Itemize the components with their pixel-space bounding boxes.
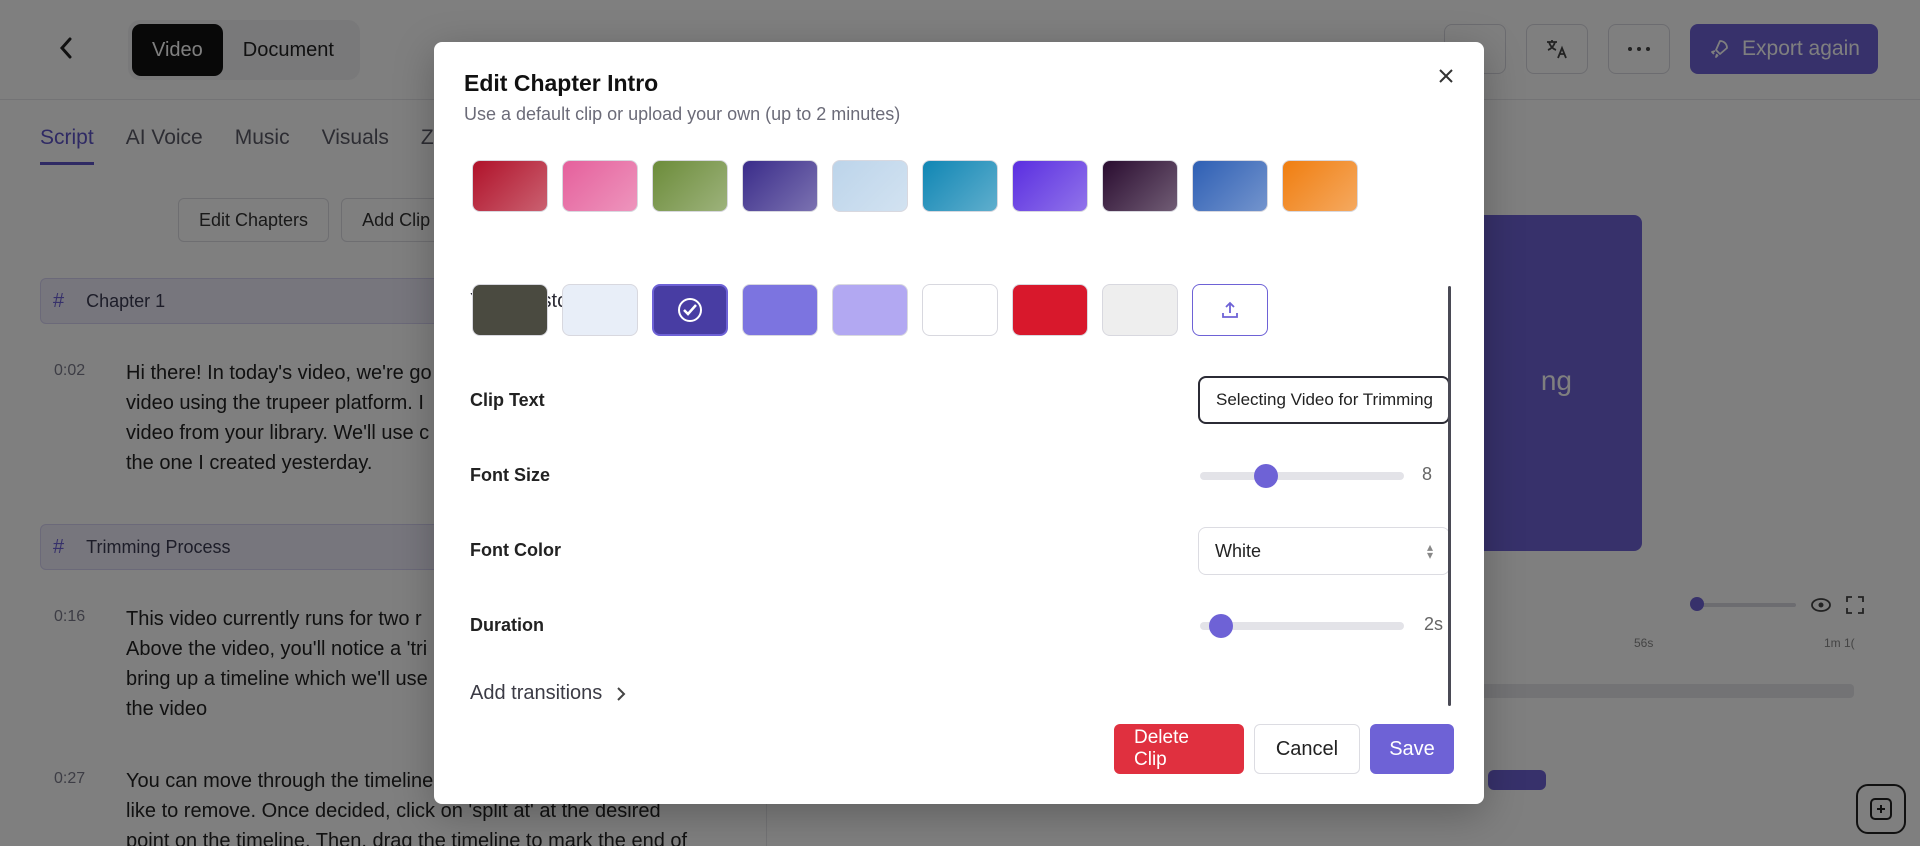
- default-clip-thumbnail[interactable]: [652, 160, 728, 212]
- add-transitions-label: Add transitions: [470, 682, 603, 704]
- upload-icon: [1222, 301, 1238, 318]
- save-button[interactable]: Save: [1370, 724, 1454, 774]
- delete-clip-button[interactable]: Delete Clip: [1114, 724, 1244, 774]
- default-clip-thumbnail[interactable]: [1102, 160, 1178, 212]
- default-clip-thumbnail[interactable]: [562, 160, 638, 212]
- duration-slider[interactable]: [1200, 614, 1404, 638]
- check-circle-icon: [654, 286, 726, 334]
- dialog-subtitle: Use a default clip or upload your own (u…: [464, 104, 901, 124]
- font-color-value: White: [1215, 540, 1262, 561]
- font-color-select[interactable]: White ▴ ▾: [1198, 527, 1450, 575]
- custom-clip-lavender[interactable]: [832, 284, 908, 336]
- custom-clip-dominos-logo[interactable]: [922, 284, 998, 336]
- font-size-slider-knob[interactable]: [1254, 464, 1278, 488]
- add-transitions-button[interactable]: Add transitions: [470, 682, 626, 705]
- font-color-label: Font Color: [470, 540, 561, 560]
- duration-slider-knob[interactable]: [1209, 614, 1233, 638]
- clip-text-input[interactable]: Selecting Video for Trimming: [1198, 376, 1450, 424]
- font-size-label: Font Size: [470, 465, 550, 485]
- clip-text-label: Clip Text: [470, 390, 545, 410]
- default-clip-thumbnail[interactable]: [472, 160, 548, 212]
- default-clip-thumbnail[interactable]: [832, 160, 908, 212]
- custom-clip-screenshot[interactable]: [562, 284, 638, 336]
- font-size-slider[interactable]: [1200, 464, 1404, 488]
- select-arrows-icon: ▴ ▾: [1426, 540, 1433, 562]
- custom-clip-pizza-hut-logo[interactable]: [1012, 284, 1088, 336]
- default-clip-thumbnail[interactable]: [1282, 160, 1358, 212]
- default-clips: [472, 160, 1358, 212]
- chevron-right-icon: [617, 686, 626, 701]
- font-size-value: 8: [1422, 464, 1433, 484]
- custom-clip-purple-clouds[interactable]: [742, 284, 818, 336]
- custom-clip-papa-johns-logo[interactable]: [1102, 284, 1178, 336]
- close-icon: [1439, 69, 1453, 83]
- dialog-actions: Delete Clip Cancel Save: [1114, 724, 1454, 774]
- custom-clips: [472, 284, 1268, 336]
- upload-clip-button[interactable]: [1192, 284, 1268, 336]
- close-button[interactable]: [1430, 60, 1462, 92]
- default-clip-thumbnail[interactable]: [922, 160, 998, 212]
- default-clip-thumbnail[interactable]: [1192, 160, 1268, 212]
- duration-label: Duration: [470, 615, 544, 635]
- dialog-title: Edit Chapter Intro: [464, 70, 659, 96]
- custom-clip-person-video[interactable]: [472, 284, 548, 336]
- cancel-button[interactable]: Cancel: [1254, 724, 1360, 774]
- scrollbar[interactable]: [1448, 286, 1451, 706]
- edit-chapter-intro-dialog: Edit Chapter Intro Use a default clip or…: [434, 42, 1484, 804]
- default-clip-thumbnail[interactable]: [1012, 160, 1088, 212]
- default-clip-thumbnail[interactable]: [742, 160, 818, 212]
- custom-clip-selected-video[interactable]: [652, 284, 728, 336]
- duration-value: 2s: [1424, 614, 1444, 634]
